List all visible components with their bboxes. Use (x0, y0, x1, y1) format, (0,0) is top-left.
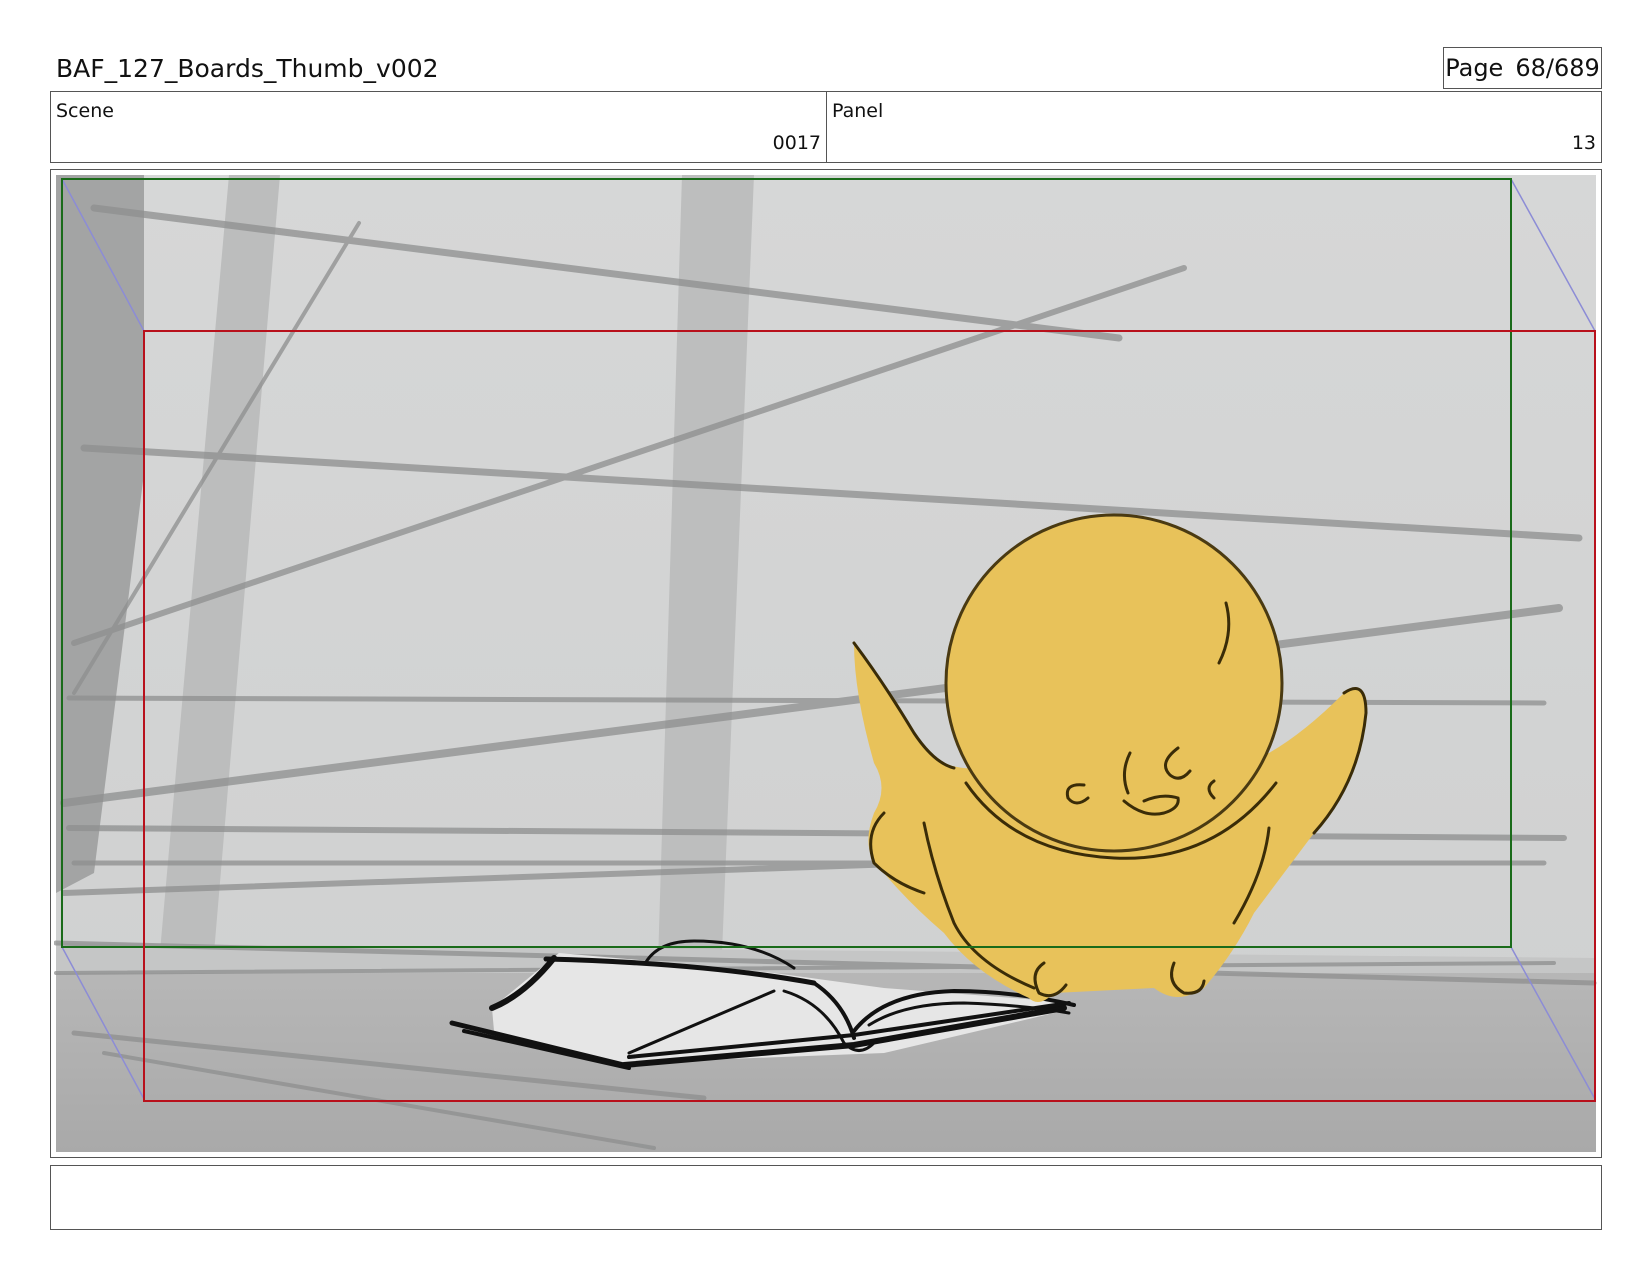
page-label: Page (1445, 54, 1504, 82)
document-title: BAF_127_Boards_Thumb_v002 (56, 54, 439, 83)
storyboard-drawing (54, 175, 1597, 1152)
panel-cell: Panel 13 (827, 92, 1601, 162)
page-indicator: Page 68/689 (1443, 47, 1602, 89)
page-number: 68/689 (1515, 54, 1600, 82)
scene-panel-info-row: Scene 0017 Panel 13 (50, 91, 1602, 163)
panel-label: Panel (832, 100, 884, 122)
notes-box (50, 1165, 1602, 1230)
scene-value: 0017 (772, 132, 821, 154)
storyboard-frame (50, 169, 1602, 1158)
scene-cell: Scene 0017 (51, 92, 827, 162)
panel-value: 13 (1571, 132, 1596, 154)
scene-label: Scene (56, 100, 114, 122)
